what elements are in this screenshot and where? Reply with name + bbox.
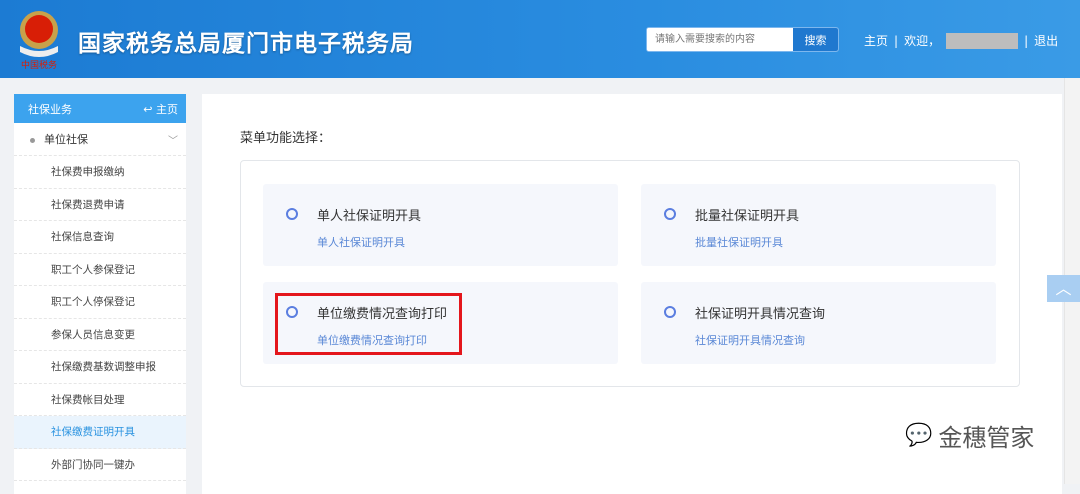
back-to-top-button[interactable]: ︿	[1047, 275, 1080, 302]
card-subtitle[interactable]: 单人社保证明开具	[317, 234, 405, 250]
radio-icon[interactable]	[664, 208, 676, 220]
card-subtitle[interactable]: 社保证明开具情况查询	[695, 332, 805, 348]
sidebar-header: 社保业务 ↩ 主页	[14, 94, 186, 123]
search-input[interactable]	[647, 28, 793, 51]
card-title: 社保证明开具情况查询	[695, 307, 826, 322]
watermark: 💬 金穗管家	[905, 418, 1034, 453]
wechat-icon: 💬	[905, 423, 933, 448]
sidebar-item[interactable]: 参保人员信息变更	[14, 319, 186, 351]
sidebar-item[interactable]: 职工个人参保登记	[14, 254, 186, 286]
sidebar-item[interactable]: 社保费帐目处理	[14, 384, 186, 416]
sidebar-home-button[interactable]: ↩ 主页	[143, 101, 178, 117]
sidebar-group[interactable]: 单位社保 ﹀	[14, 123, 186, 156]
bullet-icon	[30, 138, 35, 143]
sidebar-item[interactable]: 外部门协同一键办	[14, 449, 186, 481]
menu-card[interactable]: 单人社保证明开具 单人社保证明开具	[263, 184, 618, 266]
card-subtitle[interactable]: 批量社保证明开具	[695, 234, 783, 250]
logout-link[interactable]: 退出	[1034, 32, 1058, 49]
menu-card[interactable]: 社保证明开具情况查询 社保证明开具情况查询	[641, 282, 996, 364]
card-title: 单人社保证明开具	[317, 209, 422, 224]
sidebar-title: 社保业务	[28, 102, 72, 116]
card-title: 批量社保证明开具	[695, 209, 800, 224]
highlight-box	[275, 293, 462, 355]
tax-emblem-logo: 中国税务	[20, 11, 58, 70]
sidebar-item[interactable]: 社保信息查询	[14, 221, 186, 254]
search-button[interactable]: 搜索	[793, 28, 838, 51]
header: 中国税务 国家税务总局厦门市电子税务局 搜索 主页 | 欢迎， | 退出	[0, 0, 1080, 78]
welcome-text: 欢迎，	[904, 34, 941, 48]
sidebar-item[interactable]: 社保缴费证明开具	[14, 416, 186, 449]
svg-text:中国税务: 中国税务	[21, 59, 57, 70]
sidebar-item[interactable]: 社保费退费申请	[14, 189, 186, 221]
search-bar: 搜索	[646, 27, 839, 52]
group-label: 单位社保	[44, 133, 88, 146]
sidebar-item[interactable]: 职工个人停保登记	[14, 286, 186, 319]
sidebar-item[interactable]: 社保缴费基数调整申报	[14, 351, 186, 384]
menu-title: 菜单功能选择：	[240, 131, 332, 146]
top-links: 主页 | 欢迎， | 退出	[864, 32, 1058, 49]
radio-icon[interactable]	[664, 306, 676, 318]
separator: |	[894, 33, 899, 48]
separator: |	[1024, 33, 1029, 48]
sidebar-home-label: 主页	[156, 102, 178, 116]
home-link[interactable]: 主页	[864, 32, 888, 49]
sidebar-item[interactable]: 社保费申报缴纳	[14, 156, 186, 189]
site-title: 国家税务总局厦门市电子税务局	[78, 31, 414, 57]
chevron-up-icon: ︿	[1055, 279, 1072, 298]
watermark-text: 金穗管家	[938, 424, 1035, 452]
sidebar: 社保业务 ↩ 主页 单位社保 ﹀ 社保费申报缴纳 社保费退费申请 社保信息查询 职工个…	[14, 94, 186, 494]
back-arrow-icon: ↩	[143, 102, 153, 116]
username-redacted	[946, 32, 1019, 49]
chevron-down-icon: ﹀	[168, 135, 178, 147]
menu-card[interactable]: 批量社保证明开具 批量社保证明开具	[641, 184, 996, 266]
radio-icon[interactable]	[286, 208, 298, 220]
